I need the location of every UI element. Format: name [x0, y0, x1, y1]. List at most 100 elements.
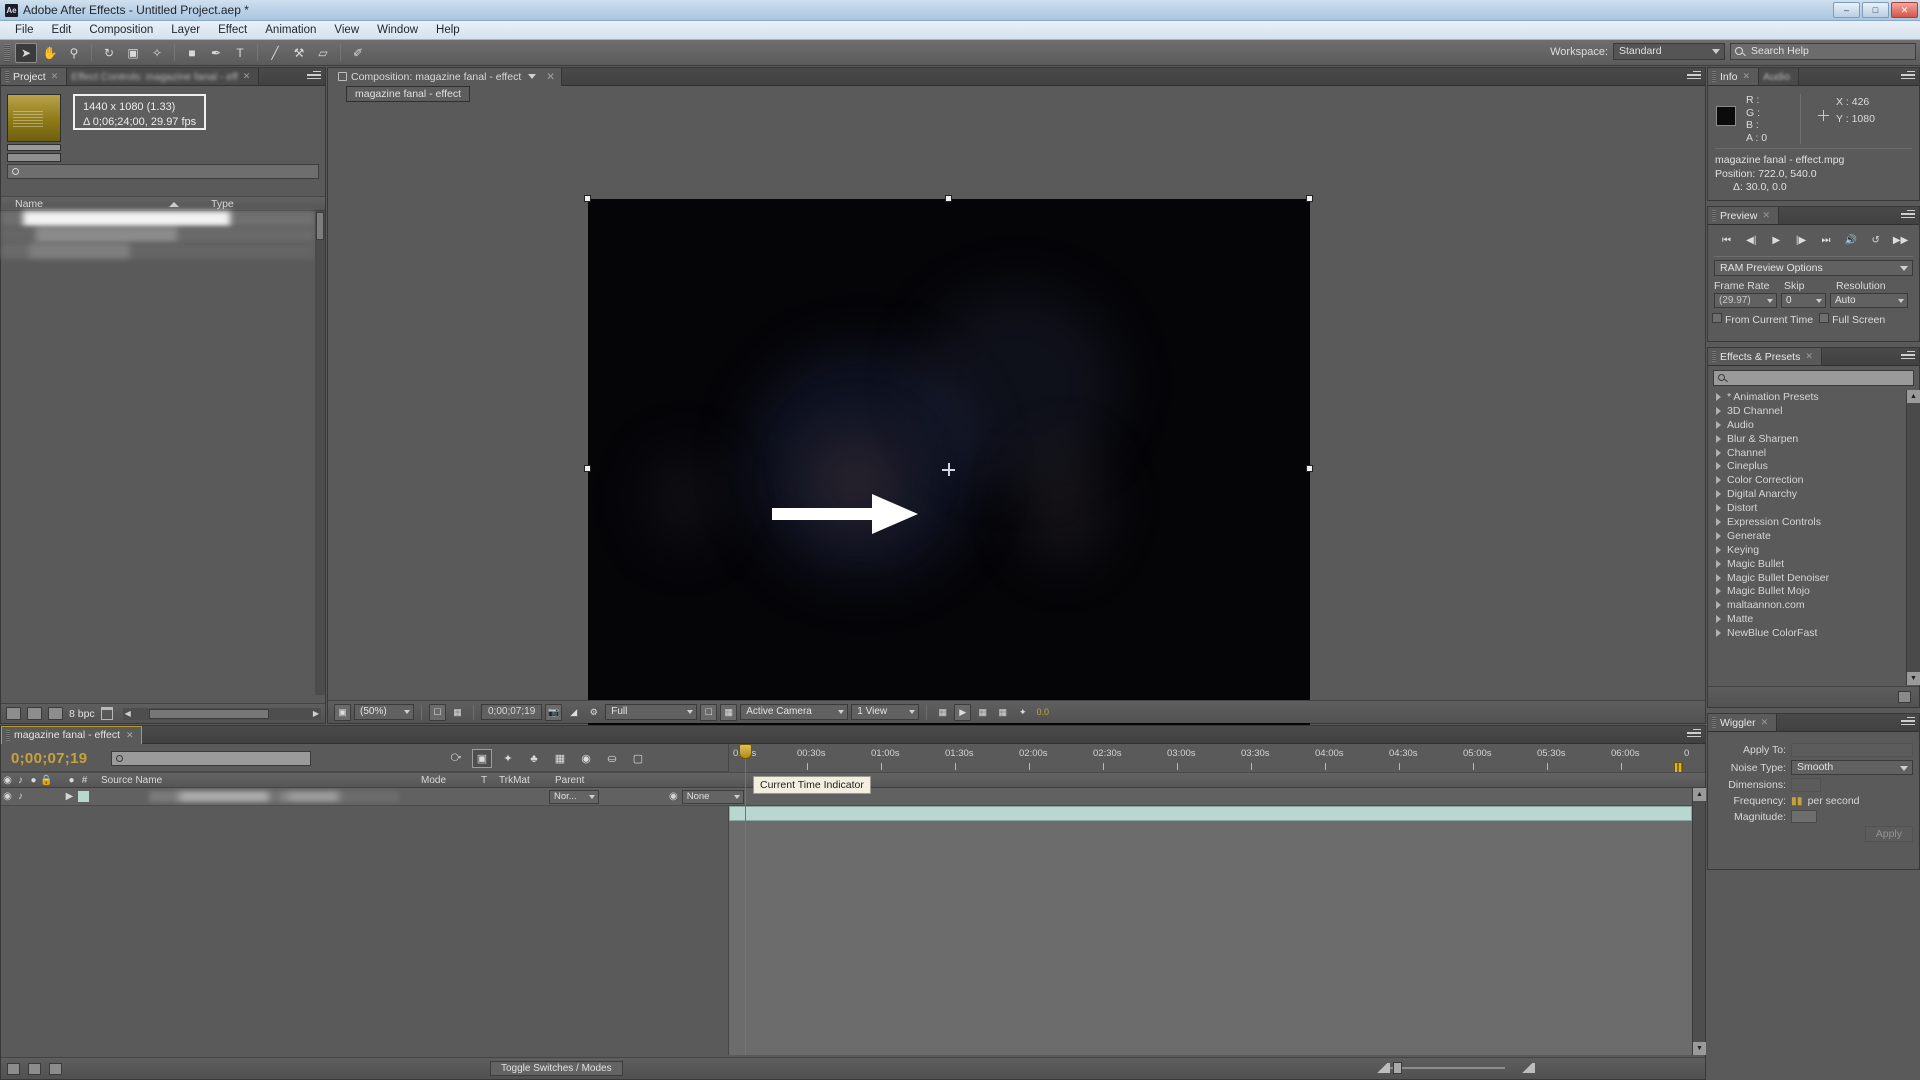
list-item[interactable]: Cineplus: [1708, 459, 1906, 473]
loop-icon[interactable]: ↺: [1866, 232, 1885, 249]
menu-item-layer[interactable]: Layer: [162, 22, 209, 38]
row-audio-toggle[interactable]: ♪: [14, 791, 27, 802]
clone-stamp-tool-icon[interactable]: ⚒: [288, 43, 310, 63]
full-screen-checkbox[interactable]: Full Screen: [1819, 313, 1885, 326]
selection-handle-tr[interactable]: [1306, 195, 1313, 202]
shape-tool-icon[interactable]: ■: [181, 43, 203, 63]
tab-project[interactable]: Project ✕: [1, 68, 68, 85]
selection-handle-ml[interactable]: [584, 465, 591, 472]
selection-handle-mr[interactable]: [1306, 465, 1313, 472]
list-item[interactable]: Audio: [1708, 418, 1906, 432]
scrollbar-thumb[interactable]: [316, 212, 324, 240]
row-video-toggle[interactable]: ◉: [1, 791, 14, 802]
bit-depth-label[interactable]: 8 bpc: [69, 708, 95, 720]
resolution-select[interactable]: Full: [605, 704, 698, 720]
play-icon[interactable]: ▶: [1767, 232, 1786, 249]
anchor-point-icon[interactable]: [942, 463, 955, 476]
menu-item-effect[interactable]: Effect: [209, 22, 256, 38]
region-of-interest-toggle-icon[interactable]: ☐: [700, 703, 718, 721]
fast-previews-icon[interactable]: ▶: [954, 703, 972, 721]
scroll-down-icon[interactable]: ▼: [1907, 672, 1920, 685]
ram-preview-icon[interactable]: ▶▶: [1891, 232, 1910, 249]
transparency-grid-icon[interactable]: ▦: [720, 703, 738, 721]
new-animation-preset-icon[interactable]: [1898, 691, 1911, 703]
list-item[interactable]: * Animation Presets: [1708, 390, 1906, 404]
menu-item-window[interactable]: Window: [368, 22, 427, 38]
graph-editor-icon[interactable]: ⛀: [602, 749, 622, 768]
zoom-tool-icon[interactable]: ⚲: [63, 43, 85, 63]
rotation-tool-icon[interactable]: ↻: [98, 43, 120, 63]
chevron-down-icon[interactable]: [528, 74, 537, 79]
menu-item-animation[interactable]: Animation: [256, 22, 325, 38]
close-icon[interactable]: ✕: [243, 71, 251, 82]
tab-preview[interactable]: Preview ✕: [1708, 207, 1779, 224]
selection-handle-tc[interactable]: [945, 195, 952, 202]
eraser-tool-icon[interactable]: ▱: [312, 43, 334, 63]
slider-track[interactable]: [1390, 1066, 1505, 1069]
list-item[interactable]: Magic Bullet Denoiser: [1708, 571, 1906, 585]
solo-icon[interactable]: ●: [27, 775, 40, 786]
close-icon[interactable]: ✕: [1743, 71, 1751, 82]
list-item[interactable]: [1, 211, 315, 227]
minimize-button[interactable]: –: [1833, 2, 1860, 18]
close-icon[interactable]: ✕: [1805, 351, 1813, 362]
effects-vertical-scrollbar[interactable]: ▲ ▼: [1906, 390, 1920, 685]
timeline-graph-area[interactable]: [728, 806, 1692, 1055]
list-item[interactable]: Matte: [1708, 612, 1906, 626]
project-vertical-scrollbar[interactable]: [315, 211, 325, 695]
previous-frame-icon[interactable]: ◀|: [1742, 232, 1761, 249]
row-expand-icon[interactable]: ▶: [63, 791, 76, 802]
tab-wiggler[interactable]: Wiggler ✕: [1708, 714, 1778, 731]
motion-blur-icon[interactable]: ▦: [550, 749, 570, 768]
row-label-color[interactable]: [78, 791, 89, 802]
tab-effect-controls[interactable]: Effect Controls: magazine fanal - eff ✕: [67, 68, 260, 85]
live-update-icon[interactable]: ⧂: [446, 749, 466, 768]
timeline-vertical-scrollbar[interactable]: ▲ ▼: [1692, 788, 1706, 1055]
current-time-indicator-head[interactable]: [739, 744, 752, 759]
selection-tool-icon[interactable]: ➤: [15, 42, 37, 63]
slider-knob[interactable]: [1393, 1061, 1402, 1074]
dimensions-value[interactable]: [1791, 778, 1821, 792]
pan-behind-tool-icon[interactable]: ✧: [146, 43, 168, 63]
snapshot-icon[interactable]: 📷: [545, 703, 563, 721]
show-snapshot-icon[interactable]: ◢: [565, 704, 582, 721]
scroll-up-icon[interactable]: ▲: [1907, 390, 1920, 403]
scroll-up-icon[interactable]: ▲: [1693, 788, 1706, 801]
list-item[interactable]: NewBlue ColorFast: [1708, 626, 1906, 640]
menu-item-view[interactable]: View: [325, 22, 368, 38]
search-help-input[interactable]: Search Help: [1730, 43, 1916, 60]
composition-mini-flowchart-icon[interactable]: [7, 1062, 20, 1075]
zoom-out-icon[interactable]: [1375, 1062, 1390, 1073]
timeline-zoom-slider[interactable]: [1375, 1061, 1505, 1074]
grid-guides-icon[interactable]: ▦: [449, 704, 466, 721]
list-item[interactable]: Channel: [1708, 446, 1906, 460]
roto-brush-tool-icon[interactable]: ✐: [347, 43, 369, 63]
last-frame-icon[interactable]: ⏭: [1816, 232, 1835, 249]
always-preview-icon[interactable]: ▣: [334, 703, 351, 721]
list-item[interactable]: Distort: [1708, 501, 1906, 515]
exposure-value[interactable]: 0.0: [1034, 704, 1051, 721]
panel-menu-icon[interactable]: [307, 71, 321, 82]
row-parent-select[interactable]: None: [681, 789, 744, 804]
frequency-value[interactable]: ▮▮: [1791, 795, 1803, 807]
list-item[interactable]: Magic Bullet: [1708, 557, 1906, 571]
ram-preview-options-select[interactable]: RAM Preview Options: [1714, 260, 1913, 276]
layer-clip-bar[interactable]: [729, 806, 1692, 821]
column-header-source-name[interactable]: Source Name: [101, 775, 421, 786]
apply-to-value[interactable]: [1791, 743, 1913, 757]
column-header-mode[interactable]: Mode: [421, 775, 481, 786]
scroll-down-icon[interactable]: ▼: [1693, 1042, 1706, 1055]
column-header-parent[interactable]: Parent: [555, 775, 615, 786]
delete-icon[interactable]: [100, 707, 113, 720]
toolbar-grip[interactable]: [4, 43, 10, 62]
close-button[interactable]: ✕: [1891, 2, 1918, 18]
type-tool-icon[interactable]: T: [229, 43, 251, 63]
list-item[interactable]: 3D Channel: [1708, 404, 1906, 418]
toggle-switches-modes-button[interactable]: Toggle Switches / Modes: [490, 1061, 623, 1076]
brainstorm-icon[interactable]: ◉: [576, 749, 596, 768]
list-item[interactable]: Color Correction: [1708, 473, 1906, 487]
menu-item-file[interactable]: File: [6, 22, 43, 38]
region-of-interest-icon[interactable]: ☐: [429, 703, 446, 721]
video-visibility-icon[interactable]: ◉: [1, 775, 14, 786]
frame-rate-select[interactable]: (29.97): [1714, 293, 1777, 308]
